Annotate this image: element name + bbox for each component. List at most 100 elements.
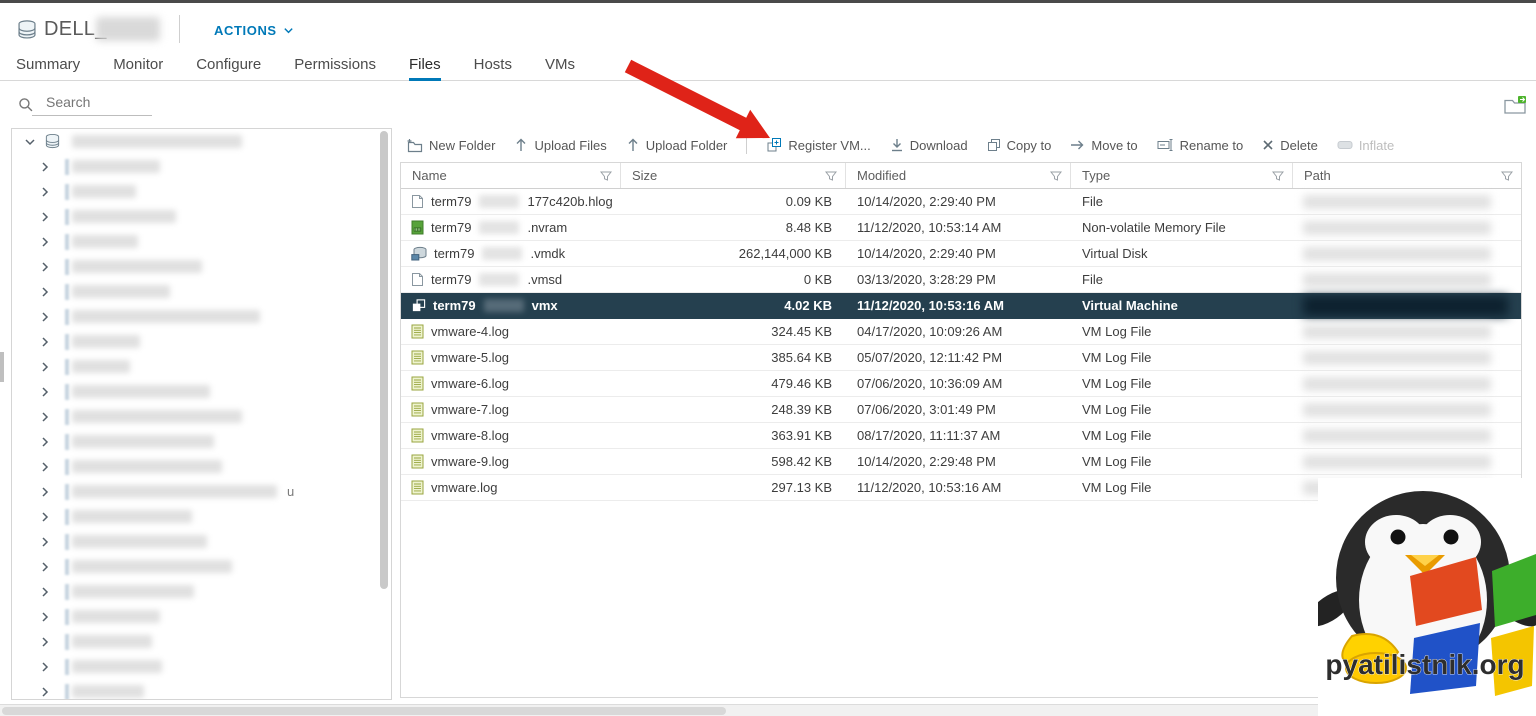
- file-path-cell: [1293, 267, 1521, 292]
- tree-item[interactable]: [12, 254, 391, 279]
- datastore-browser-icon[interactable]: [1502, 94, 1528, 121]
- column-header-name[interactable]: Name: [401, 163, 621, 188]
- tree-item[interactable]: [12, 579, 391, 604]
- table-row[interactable]: term79 .vmsd 0 KB 03/13/2020, 3:28:29 PM Fil…: [401, 267, 1521, 293]
- table-row[interactable]: vmware-8.log 363.91 KB 08/17/2020, 11:11:3…: [401, 423, 1521, 449]
- chevron-right-icon[interactable]: [39, 361, 51, 373]
- horizontal-scrollbar[interactable]: [0, 704, 1536, 716]
- file-name-redacted: [482, 247, 523, 260]
- tree-item[interactable]: [12, 629, 391, 654]
- file-size-cell: 0 KB: [803, 272, 832, 287]
- chevron-right-icon[interactable]: [39, 236, 51, 248]
- move-to-button[interactable]: Move to: [1070, 138, 1138, 153]
- chevron-right-icon[interactable]: [39, 286, 51, 298]
- chevron-right-icon[interactable]: [39, 461, 51, 473]
- tree-item[interactable]: [12, 604, 391, 629]
- tree-item[interactable]: [12, 529, 391, 554]
- tab-summary[interactable]: Summary: [16, 51, 80, 81]
- tree-item[interactable]: u: [12, 479, 391, 504]
- filter-icon[interactable]: [1050, 170, 1062, 182]
- column-header-size[interactable]: Size: [621, 163, 846, 188]
- actions-menu-button[interactable]: ACTIONS: [214, 23, 294, 38]
- tab-hosts[interactable]: Hosts: [474, 51, 512, 81]
- upload-folder-button[interactable]: Upload Folder: [626, 138, 727, 153]
- upload-files-button[interactable]: Upload Files: [514, 138, 607, 153]
- tab-permissions[interactable]: Permissions: [294, 51, 376, 81]
- filter-icon[interactable]: [1501, 170, 1513, 182]
- tab-files[interactable]: Files: [408, 51, 441, 81]
- tree-scrollbar[interactable]: [380, 131, 388, 589]
- chevron-right-icon[interactable]: [39, 311, 51, 323]
- file-mod-cell: 03/13/2020, 3:28:29 PM: [857, 272, 996, 287]
- chevron-right-icon[interactable]: [39, 411, 51, 423]
- tab-configure[interactable]: Configure: [196, 51, 261, 81]
- chevron-right-icon[interactable]: [39, 161, 51, 173]
- datastore-icon: [16, 19, 38, 46]
- download-label: Download: [909, 137, 968, 153]
- table-row[interactable]: vmware-4.log 324.45 KB 04/17/2020, 10:09:2…: [401, 319, 1521, 345]
- tree-root-datastore[interactable]: [12, 129, 391, 154]
- tree-item[interactable]: [12, 204, 391, 229]
- table-row[interactable]: term79 .nvram 8.48 KB 11/12/2020, 10:53:14 …: [401, 215, 1521, 241]
- delete-button[interactable]: Delete: [1262, 138, 1318, 153]
- page-title-redacted: [96, 17, 160, 41]
- tab-monitor[interactable]: Monitor: [113, 51, 163, 81]
- download-button[interactable]: Download: [890, 138, 968, 153]
- table-row[interactable]: vmware-7.log 248.39 KB 07/06/2020, 3:01:49…: [401, 397, 1521, 423]
- column-header-type[interactable]: Type: [1071, 163, 1293, 188]
- tree-item[interactable]: [12, 404, 391, 429]
- chevron-right-icon[interactable]: [39, 186, 51, 198]
- tree-item[interactable]: [12, 554, 391, 579]
- chevron-down-icon[interactable]: [24, 136, 36, 148]
- tree-item[interactable]: [12, 279, 391, 304]
- column-header-path[interactable]: Path: [1293, 163, 1521, 188]
- filter-icon[interactable]: [600, 170, 612, 182]
- filter-icon[interactable]: [1272, 170, 1284, 182]
- tree-item[interactable]: [12, 154, 391, 179]
- table-row[interactable]: vmware-9.log 598.42 KB 10/14/2020, 2:29:48…: [401, 449, 1521, 475]
- tree-item[interactable]: [12, 454, 391, 479]
- tree-item[interactable]: [12, 179, 391, 204]
- chevron-right-icon[interactable]: [39, 486, 51, 498]
- chevron-right-icon[interactable]: [39, 511, 51, 523]
- search-input[interactable]: [32, 90, 152, 116]
- table-row[interactable]: term79 vmx 4.02 KB 11/12/2020, 10:53:16 AM V…: [401, 293, 1521, 319]
- table-row[interactable]: term79 177c420b.hlog 0.09 KB 10/14/2020, 2:…: [401, 189, 1521, 215]
- tree-item[interactable]: [12, 329, 391, 354]
- tree-item[interactable]: [12, 654, 391, 679]
- file-name-cell: vmware-6.log: [401, 371, 621, 396]
- copy-to-button[interactable]: Copy to: [987, 138, 1051, 153]
- table-row[interactable]: vmware-5.log 385.64 KB 05/07/2020, 12:11:4…: [401, 345, 1521, 371]
- column-header-modified[interactable]: Modified: [846, 163, 1071, 188]
- table-row[interactable]: term79 .vmdk 262,144,000 KB 10/14/2020, 2:2…: [401, 241, 1521, 267]
- tree-item[interactable]: [12, 379, 391, 404]
- filter-icon[interactable]: [825, 170, 837, 182]
- rename-to-button[interactable]: Rename to: [1157, 138, 1243, 153]
- chevron-right-icon[interactable]: [39, 661, 51, 673]
- chevron-right-icon[interactable]: [39, 686, 51, 698]
- file-name-suffix: .vmdk: [530, 246, 566, 261]
- tree-item[interactable]: [12, 354, 391, 379]
- log-file-icon: [411, 480, 424, 495]
- table-row[interactable]: vmware-6.log 479.46 KB 07/06/2020, 10:36:0…: [401, 371, 1521, 397]
- chevron-right-icon[interactable]: [39, 386, 51, 398]
- chevron-right-icon[interactable]: [39, 536, 51, 548]
- chevron-right-icon[interactable]: [39, 561, 51, 573]
- chevron-right-icon[interactable]: [39, 611, 51, 623]
- file-path-redacted: [1303, 428, 1491, 443]
- chevron-right-icon[interactable]: [39, 261, 51, 273]
- chevron-right-icon[interactable]: [39, 636, 51, 648]
- tree-item[interactable]: [12, 679, 391, 699]
- tree-item[interactable]: [12, 504, 391, 529]
- horizontal-scrollbar-thumb[interactable]: [2, 707, 726, 715]
- chevron-right-icon[interactable]: [39, 211, 51, 223]
- chevron-right-icon[interactable]: [39, 586, 51, 598]
- chevron-right-icon[interactable]: [39, 436, 51, 448]
- tree-item[interactable]: [12, 229, 391, 254]
- tree-item[interactable]: [12, 429, 391, 454]
- tab-vms[interactable]: VMs: [545, 51, 575, 81]
- new-folder-button[interactable]: New Folder: [406, 138, 495, 153]
- chevron-right-icon[interactable]: [39, 336, 51, 348]
- tree-item[interactable]: [12, 304, 391, 329]
- register-vm-button[interactable]: Register VM...: [766, 137, 871, 153]
